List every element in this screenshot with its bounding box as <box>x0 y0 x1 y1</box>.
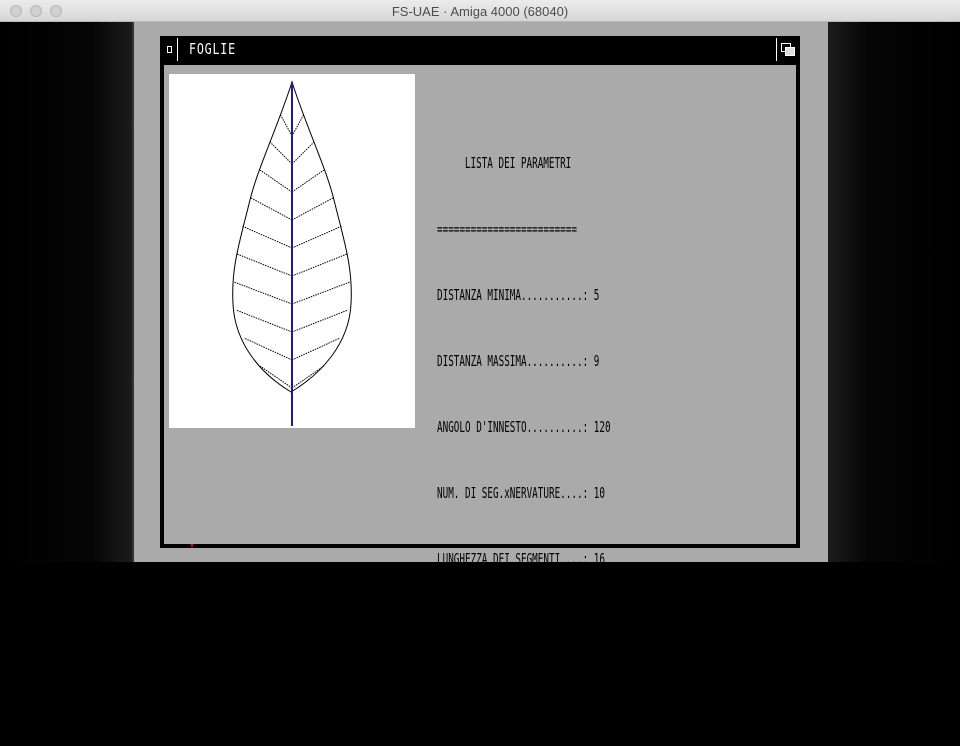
leaf-vein <box>236 253 293 277</box>
leaf-drawing-canvas <box>169 74 415 428</box>
leaf-vein <box>291 365 325 389</box>
leaf-vein <box>279 113 293 137</box>
window-content: LISTA DEI PARAMETRI ====================… <box>164 65 796 700</box>
leaf-vein <box>291 197 334 221</box>
param-row: NUM. DI NERVATURA ........: 5 <box>437 616 600 634</box>
parameter-list-title: LISTA DEI PARAMETRI <box>464 154 572 172</box>
leaf-vein <box>259 365 293 389</box>
depth-gadget-icon[interactable] <box>776 38 798 61</box>
param-row: DISTANZA MASSIMA..........: 9 <box>437 352 600 370</box>
leaf-vein <box>250 197 293 221</box>
leaf-vein <box>243 337 293 361</box>
foglie-window[interactable]: FOGLIE LISTA DEI PARAMETRI =============… <box>160 36 800 700</box>
leaf-vein <box>259 169 293 193</box>
mouse-pointer-fragment <box>191 544 193 547</box>
leaf-vein <box>241 225 293 249</box>
param-row: ANGOLO D'INNESTO..........: 120 <box>437 418 611 436</box>
close-gadget-icon[interactable] <box>162 38 178 61</box>
param-row: LUNGHEZZA DEI SEGMENTI....: 16 <box>437 550 605 568</box>
param-row: NUM. DI SEG.xNERVATURE....: 10 <box>437 484 605 502</box>
leaf-illustration <box>232 80 352 426</box>
leaf-vein <box>291 141 315 165</box>
param-row: CURVATURA ................: 45 <box>437 682 605 700</box>
leaf-vein <box>235 309 293 333</box>
leaf-vein <box>291 337 341 361</box>
param-row: DISTANZA MINIMA...........: 5 <box>437 286 600 304</box>
window-title-bar[interactable]: FOGLIE <box>160 36 800 63</box>
host-window-title: FS-UAE · Amiga 4000 (68040) <box>391 4 569 19</box>
leaf-vein <box>291 113 305 137</box>
parameter-separator: ========================= <box>437 220 577 238</box>
leaf-vein <box>291 281 351 305</box>
leaf-vein <box>291 253 348 277</box>
leaf-vein <box>291 169 325 193</box>
host-title-bar: FS-UAE · Amiga 4000 (68040) <box>0 0 960 22</box>
leaf-vein <box>291 225 343 249</box>
leaf-vein <box>233 281 293 305</box>
window-title: FOGLIE <box>189 40 236 58</box>
left-border <box>0 22 132 562</box>
right-border <box>828 22 960 562</box>
leaf-vein <box>291 309 349 333</box>
leaf-vein <box>269 141 293 165</box>
parameter-list: LISTA DEI PARAMETRI ====================… <box>437 108 611 746</box>
